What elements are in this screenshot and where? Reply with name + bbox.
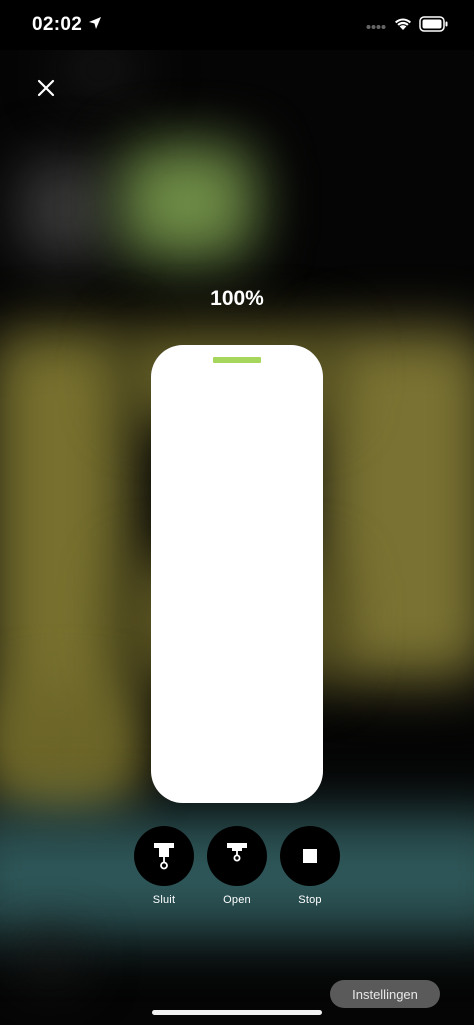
close-button[interactable] bbox=[28, 70, 64, 106]
close-blind-circle[interactable] bbox=[134, 826, 194, 886]
battery-icon bbox=[419, 16, 448, 32]
background-blob bbox=[120, 145, 255, 260]
background-blob bbox=[320, 330, 474, 680]
stop-blind-circle[interactable] bbox=[280, 826, 340, 886]
settings-button[interactable]: Instellingen bbox=[330, 980, 440, 1008]
home-indicator[interactable] bbox=[152, 1010, 322, 1015]
stop-blind-label: Stop bbox=[298, 894, 322, 906]
background-blob bbox=[20, 940, 80, 980]
blind-controls: Sluit Open Stop bbox=[0, 826, 474, 916]
close-blind-button[interactable]: Sluit bbox=[134, 826, 194, 906]
close-icon bbox=[37, 79, 55, 97]
blind-open-icon bbox=[227, 843, 247, 862]
status-bar: 02:02 bbox=[0, 0, 474, 50]
wifi-icon bbox=[395, 18, 411, 30]
blind-close-icon bbox=[154, 843, 174, 870]
location-arrow-icon bbox=[89, 17, 101, 29]
background-blob bbox=[60, 50, 140, 90]
background-blob bbox=[20, 160, 110, 260]
position-percentage: 100% bbox=[210, 287, 264, 310]
stop-square-icon bbox=[303, 849, 317, 863]
blind-control-screen: 02:02 100% Sluit Open Stop Instellingen bbox=[0, 0, 474, 1025]
stop-blind-button[interactable]: Stop bbox=[280, 826, 340, 906]
background-blob bbox=[0, 690, 130, 810]
cellular-signal-icon bbox=[366, 25, 386, 29]
open-blind-circle[interactable] bbox=[207, 826, 267, 886]
open-blind-button[interactable]: Open bbox=[207, 826, 267, 906]
position-slider[interactable] bbox=[151, 345, 323, 803]
slider-handle[interactable] bbox=[213, 357, 261, 363]
slider-fill bbox=[151, 345, 323, 803]
status-time: 02:02 bbox=[32, 14, 83, 35]
